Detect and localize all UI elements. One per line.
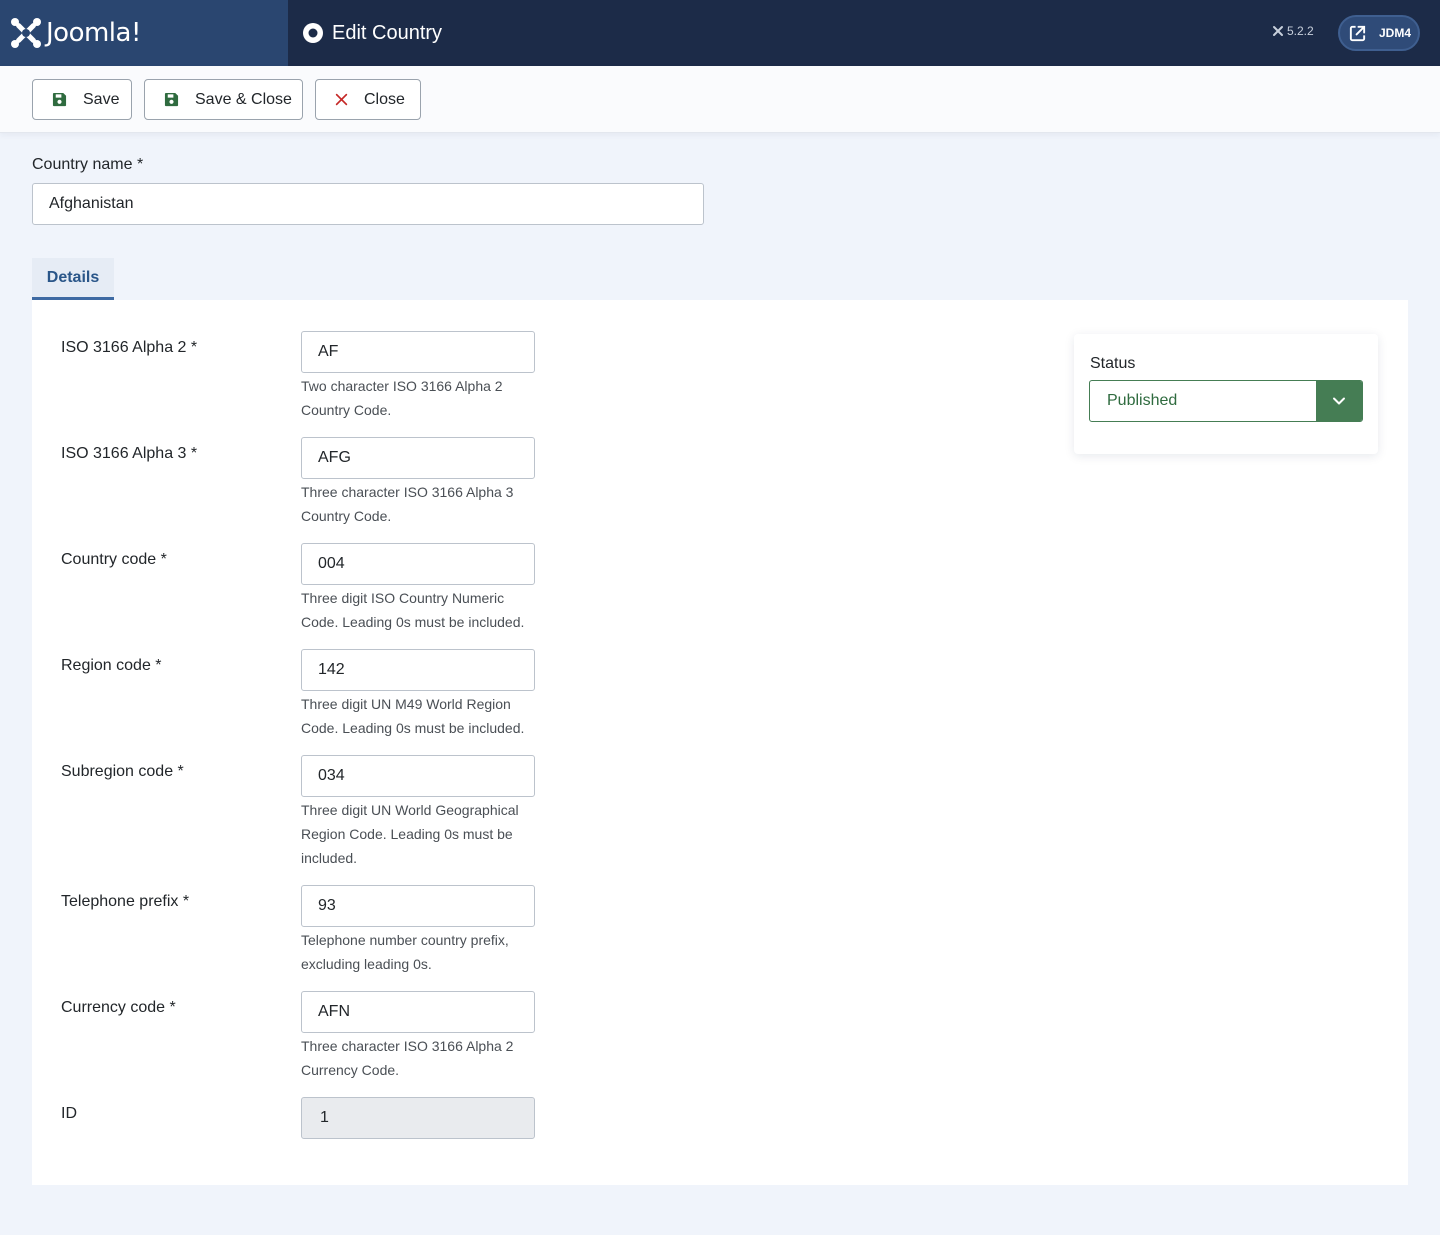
iso-alpha2-value: AF xyxy=(318,343,339,360)
iso-alpha3-input[interactable]: AFG xyxy=(301,437,535,479)
id-value: 1 xyxy=(320,1109,329,1126)
save-button[interactable]: Save xyxy=(32,79,132,120)
description-line: Currency Code. xyxy=(301,1062,400,1078)
page-title-area: Edit Country xyxy=(303,0,442,66)
description-line: Telephone number country prefix, xyxy=(301,932,509,948)
iso-alpha3-description: Three character ISO 3166 Alpha 3 Country… xyxy=(301,480,541,528)
telephone-prefix-input[interactable]: 93 xyxy=(301,885,535,927)
region-code-value: 142 xyxy=(318,661,345,678)
close-button[interactable]: Close xyxy=(315,79,421,120)
id-input-readonly: 1 xyxy=(301,1097,535,1139)
description-line: excluding leading 0s. xyxy=(301,956,432,972)
site-link-button[interactable]: JDM4 xyxy=(1338,15,1420,51)
subregion-code-input[interactable]: 034 xyxy=(301,755,535,797)
logo-area[interactable]: Joomla! xyxy=(0,0,288,66)
country-code-label: Country code * xyxy=(61,551,167,568)
version-badge: 5.2.2 xyxy=(1272,24,1314,38)
joomla-logo-icon xyxy=(11,18,41,48)
close-label: Close xyxy=(364,90,405,108)
toolbar: Save Save & Close Close xyxy=(0,66,1440,133)
description-line: Three digit UN M49 World Region xyxy=(301,696,511,712)
iso-alpha2-label: ISO 3166 Alpha 2 * xyxy=(61,339,198,356)
page-title: Edit Country xyxy=(332,21,443,44)
description-line: Three character ISO 3166 Alpha 2 xyxy=(301,1038,514,1054)
floppy-disk-icon xyxy=(164,92,179,107)
description-line: Three digit UN World Geographical xyxy=(301,802,519,818)
description-line: Two character ISO 3166 Alpha 2 xyxy=(301,378,503,394)
country-name-value: Afghanistan xyxy=(49,195,134,212)
telephone-prefix-value: 93 xyxy=(318,897,336,914)
iso-alpha2-description: Two character ISO 3166 Alpha 2 Country C… xyxy=(301,374,541,422)
logo-text: Joomla! xyxy=(46,18,141,48)
x-icon xyxy=(335,93,348,106)
version-text: 5.2.2 xyxy=(1287,24,1314,38)
external-link-icon xyxy=(1349,25,1366,41)
id-label: ID xyxy=(61,1105,77,1122)
currency-code-input[interactable]: AFN xyxy=(301,991,535,1033)
region-code-input[interactable]: 142 xyxy=(301,649,535,691)
description-line: Code. Leading 0s must be included. xyxy=(301,720,525,736)
site-label: JDM4 xyxy=(1379,26,1412,40)
description-line: Three character ISO 3166 Alpha 3 xyxy=(301,484,514,500)
status-label: Status xyxy=(1090,355,1136,372)
description-line: included. xyxy=(301,850,358,866)
header-bar: Joomla! Edit Country 5.2.2 JDM4 xyxy=(0,0,1440,66)
status-selected-value: Published xyxy=(1107,392,1178,409)
telephone-prefix-description: Telephone number country prefix, excludi… xyxy=(301,928,541,976)
floppy-disk-icon xyxy=(52,92,67,107)
description-line: Region Code. Leading 0s must be xyxy=(301,826,513,842)
description-line: Country Code. xyxy=(301,508,392,524)
save-close-button[interactable]: Save & Close xyxy=(144,79,303,120)
currency-code-label: Currency code * xyxy=(61,999,176,1016)
iso-alpha3-label: ISO 3166 Alpha 3 * xyxy=(61,445,198,462)
iso-alpha3-value: AFG xyxy=(318,449,351,466)
region-code-description: Three digit UN M49 World Region Code. Le… xyxy=(301,692,541,740)
country-code-description: Three digit ISO Country Numeric Code. Le… xyxy=(301,586,541,634)
region-code-label: Region code * xyxy=(61,657,162,674)
description-line: Three digit ISO Country Numeric xyxy=(301,590,505,606)
save-label: Save xyxy=(83,90,120,108)
joomla-small-icon xyxy=(1273,26,1283,36)
save-close-label: Save & Close xyxy=(195,90,292,108)
subregion-code-value: 034 xyxy=(318,767,345,784)
chevron-down-icon xyxy=(1333,397,1345,405)
telephone-prefix-label: Telephone prefix * xyxy=(61,893,190,910)
country-name-label: Country name * xyxy=(32,156,144,173)
circle-dot-icon xyxy=(303,23,323,43)
country-name-input[interactable]: Afghanistan xyxy=(32,183,704,225)
tab-details[interactable]: Details xyxy=(32,258,114,300)
description-line: Country Code. xyxy=(301,402,392,418)
subregion-code-label: Subregion code * xyxy=(61,763,184,780)
subregion-code-description: Three digit UN World Geographical Region… xyxy=(301,798,541,870)
currency-code-description: Three character ISO 3166 Alpha 2 Currenc… xyxy=(301,1034,541,1082)
status-select[interactable]: Published xyxy=(1089,380,1363,422)
currency-code-value: AFN xyxy=(318,1003,350,1020)
iso-alpha2-input[interactable]: AF xyxy=(301,331,535,373)
status-dropdown-toggle[interactable] xyxy=(1316,381,1362,421)
country-code-value: 004 xyxy=(318,555,345,572)
country-code-input[interactable]: 004 xyxy=(301,543,535,585)
description-line: Code. Leading 0s must be included. xyxy=(301,614,525,630)
